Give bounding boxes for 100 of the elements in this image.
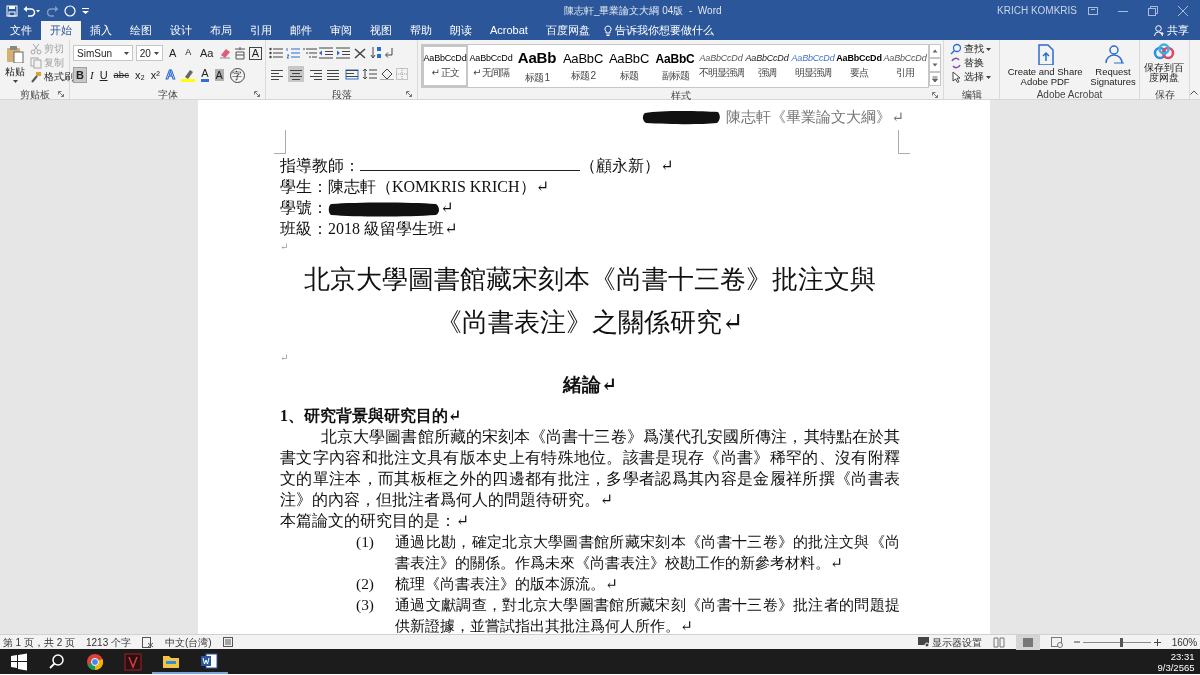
format-button[interactable]: x² <box>147 67 163 83</box>
info-line: 學號： ↵ <box>280 197 455 218</box>
scroll-up-icon[interactable] <box>929 44 941 58</box>
list-item-text: 通過比勘，確定北京大學圖書館所藏宋刻本《尚書十三卷》的批注文與《尚書表注》的關係。作爲未來《尚書表注》校勘工作的新參考材料。↵ <box>395 531 900 573</box>
group-label: Adobe Acrobat <box>1036 89 1103 100</box>
list-number: (3) <box>355 594 375 615</box>
close-icon[interactable] <box>1178 5 1188 16</box>
zoom-slider-thumb[interactable] <box>1120 637 1124 647</box>
format-button[interactable]: B <box>73 67 87 83</box>
page-count[interactable]: 第 1 页，共 2 页 <box>2 634 75 650</box>
ribbon-tab[interactable]: 审阅 <box>321 21 361 40</box>
font-size-button[interactable]: A <box>182 45 195 61</box>
acrobat-button[interactable]: Request Signatures <box>1090 42 1136 86</box>
paragraph-mark: ↵ <box>280 239 290 254</box>
ribbon-tab[interactable]: 布局 <box>201 21 241 40</box>
paint-bucket-icon[interactable] <box>379 68 394 80</box>
ribbon-tab[interactable]: 文件 <box>0 21 41 40</box>
window-title: 陳志軒_畢業論文大綱 04版 - Word <box>562 4 723 18</box>
format-button[interactable]: A <box>211 67 227 83</box>
ribbon-tab[interactable]: 朗读 <box>441 21 481 40</box>
restore-icon[interactable] <box>1148 5 1158 16</box>
share-button[interactable]: 共享 <box>1167 22 1189 39</box>
macro-icon[interactable] <box>222 637 233 647</box>
zoom-level[interactable]: 160% <box>1171 634 1198 650</box>
bullets-icon[interactable] <box>269 46 283 59</box>
ribbon-tab[interactable]: 设计 <box>161 21 201 40</box>
paintbrush-icon <box>30 71 42 83</box>
clock-date[interactable]: 9/3/2565 <box>1157 661 1195 673</box>
ribbon-tab[interactable]: 引用 <box>241 21 281 40</box>
eraser-icon[interactable] <box>219 47 232 59</box>
dialog-launcher-icon[interactable] <box>406 91 412 97</box>
decrease-indent-icon[interactable] <box>319 46 334 59</box>
display-settings-button[interactable]: 显示器设置 <box>932 634 983 650</box>
caret-icon <box>986 75 991 79</box>
style-gallery-item[interactable]: AaBbCcDd ↵ 正文 <box>422 45 468 87</box>
align-distributed-icon[interactable] <box>344 66 360 82</box>
paragraph-mark-icon[interactable] <box>384 46 395 59</box>
read-mode-icon[interactable] <box>993 636 1006 648</box>
document-app-icon[interactable] <box>200 651 218 670</box>
font-name-field[interactable]: SimSun <box>73 45 133 61</box>
save-icon[interactable] <box>5 4 18 17</box>
ribbon-tab[interactable]: 帮助 <box>401 21 441 40</box>
change-case-button[interactable]: Aa <box>196 45 217 61</box>
ribbon-tab[interactable]: 绘图 <box>121 21 161 40</box>
sort-icon[interactable] <box>369 46 382 59</box>
plus-icon[interactable] <box>1153 638 1161 646</box>
document-title: 北京大學圖書館藏宋刻本《尚書十三卷》批注文與《尚書表注》之關係研究↵ <box>303 263 877 339</box>
ribbon-tab[interactable]: 开始 <box>41 21 81 40</box>
dialog-launcher-icon[interactable] <box>254 91 260 97</box>
windows-start-icon[interactable] <box>10 652 28 671</box>
format-button[interactable]: x₂ <box>131 67 148 83</box>
font-size-button[interactable]: A <box>166 45 180 61</box>
word-count[interactable]: 1213 个字 <box>86 634 132 650</box>
browser-icon[interactable] <box>86 652 104 671</box>
proofing-icon[interactable] <box>142 636 155 648</box>
font-size-field[interactable]: 20 <box>135 45 164 61</box>
list-item-text: 通過文獻調查，對北京大學圖書館所藏宋刻《尚書十三卷》批注者的問題提供新證據，並嘗試指出其批注爲何人所作。↵ <box>395 594 900 634</box>
paste-button[interactable]: 粘贴 <box>3 42 27 86</box>
editing-button[interactable]: 查找 <box>947 42 996 56</box>
person-icon <box>1154 25 1165 36</box>
align-center-icon[interactable] <box>287 66 304 82</box>
more-styles-icon[interactable] <box>929 72 941 86</box>
customize-icon[interactable] <box>81 7 89 14</box>
format-button[interactable]: U <box>96 67 111 83</box>
format-button[interactable]: abc <box>110 67 132 83</box>
dialog-launcher-icon[interactable] <box>932 92 938 98</box>
paragraph-mark: ↵ <box>280 350 290 365</box>
group-label: 字体 <box>157 89 178 100</box>
search-icon <box>950 43 962 55</box>
editing-button[interactable]: 替换 <box>947 56 996 70</box>
ribbon-tab[interactable]: 百度网盘 <box>536 21 599 40</box>
search-icon[interactable] <box>48 652 66 671</box>
clock-time[interactable]: 23:31 <box>1157 650 1195 662</box>
collapse-ribbon-icon[interactable] <box>1190 90 1198 95</box>
clipboard-icon <box>6 45 24 63</box>
redo-icon[interactable] <box>46 4 59 17</box>
undo-icon[interactable] <box>23 4 41 17</box>
print-layout-icon[interactable] <box>1016 634 1041 650</box>
scroll-down-icon[interactable] <box>929 58 941 72</box>
increase-indent-icon[interactable] <box>336 46 350 59</box>
body-paragraph: 北京大學圖書館所藏的宋刻本《尚書十三卷》爲漢代孔安國所傳注，其特點在於其書文字內容和批注文具有版本史上有特殊地位。該書是現存《尚書》稀罕的、沒有附釋文的單注本，而其板框之外的四邊都有批注，多學者認爲其內容是金履祥所撰《尚書表注》的內容，但批注者爲何人的問題待研究。↵ <box>280 426 900 510</box>
acrobat-button[interactable]: Create and Share Adobe PDF <box>1003 42 1088 86</box>
tell-me-search[interactable]: 告诉我你想要做什么 <box>615 22 715 39</box>
character-border-button[interactable]: A <box>248 46 262 60</box>
format-button[interactable]: A <box>198 67 212 83</box>
ribbon-tab[interactable]: 视图 <box>361 21 401 40</box>
web-layout-icon[interactable] <box>1051 636 1064 648</box>
ribbon-display-icon[interactable] <box>1088 6 1098 15</box>
ribbon-tab[interactable]: 邮件 <box>281 21 321 40</box>
caret-icon <box>12 80 18 83</box>
language-indicator[interactable]: 中文(台湾) <box>165 634 212 650</box>
circle-icon[interactable] <box>64 4 76 17</box>
format-button[interactable]: I <box>86 67 97 83</box>
editing-button[interactable]: 选择 <box>947 70 996 84</box>
save-to-cloud-button[interactable]: 保存到百度网盘 <box>1143 42 1185 86</box>
ribbon-tab[interactable]: 插入 <box>81 21 121 40</box>
ribbon-tab[interactable]: Acrobat <box>481 21 537 40</box>
dialog-launcher-icon[interactable] <box>58 91 64 97</box>
line-spacing-icon[interactable] <box>362 68 377 80</box>
multilevel-list-icon[interactable] <box>302 46 317 59</box>
